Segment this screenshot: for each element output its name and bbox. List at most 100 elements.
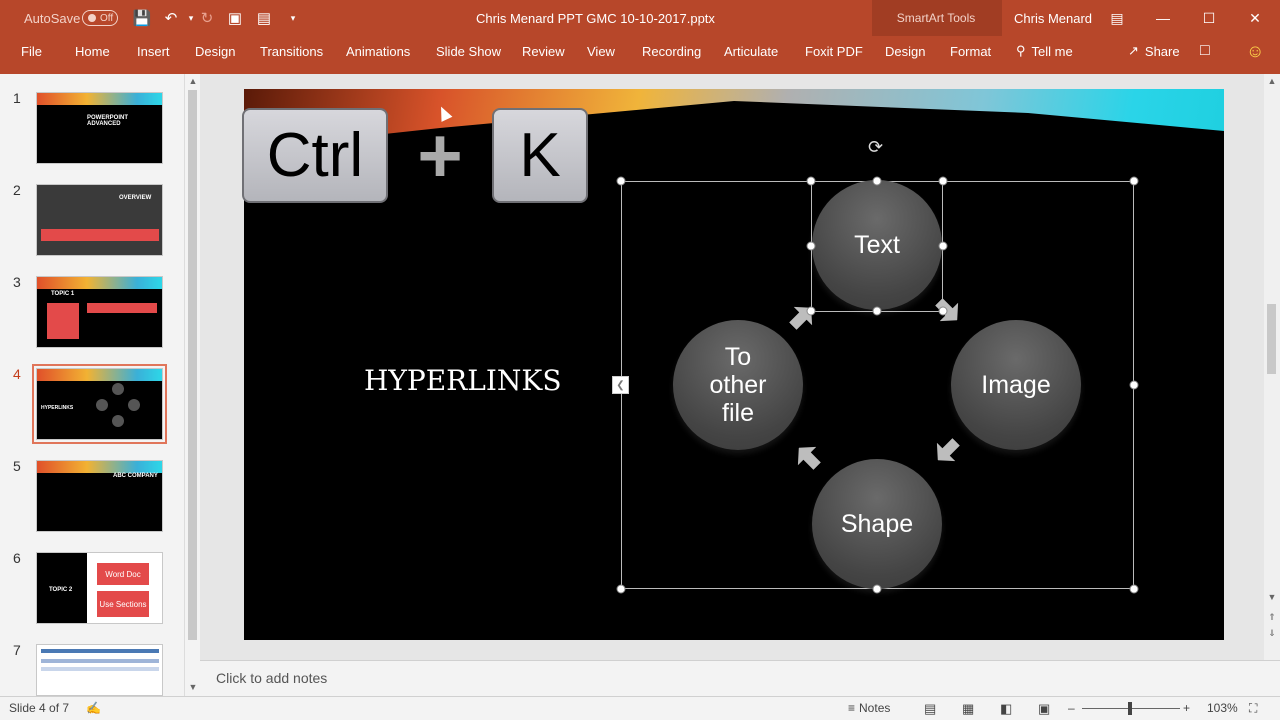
share-icon: ↗ xyxy=(1128,43,1139,58)
node-to-other-file[interactable]: To other file xyxy=(673,320,803,450)
user-name[interactable]: Chris Menard xyxy=(1014,0,1092,36)
k-key-graphic[interactable]: K xyxy=(492,108,588,203)
feedback-smiley-icon[interactable]: ☺ xyxy=(1246,36,1264,66)
node-shape[interactable]: Shape xyxy=(812,459,942,589)
save-icon[interactable]: 💾 xyxy=(133,9,152,27)
thumb-number: 7 xyxy=(13,642,21,658)
slideshow-view-icon[interactable]: ▣ xyxy=(1038,701,1050,717)
notes-label: Notes xyxy=(859,701,891,715)
tab-foxit-pdf[interactable]: Foxit PDF xyxy=(805,36,863,66)
zoom-level[interactable]: 103% xyxy=(1207,701,1238,715)
maximize-icon[interactable]: ☐ xyxy=(1186,0,1232,36)
share-button[interactable]: ↗ Share xyxy=(1128,36,1180,66)
text-pane-toggle-button[interactable]: ❮ xyxy=(612,376,629,394)
node-resize-handle[interactable] xyxy=(872,306,882,316)
slide-thumbnail-5[interactable]: ABC COMPANY xyxy=(36,460,163,532)
undo-icon[interactable]: ↶ xyxy=(162,9,180,27)
node-resize-handle[interactable] xyxy=(806,306,816,316)
rotate-handle-icon[interactable]: ⟳ xyxy=(868,137,883,158)
slide-thumbnail-7[interactable] xyxy=(36,644,163,696)
thumb-header-bar xyxy=(41,649,159,653)
tab-insert[interactable]: Insert xyxy=(137,36,170,66)
ctrl-key-graphic[interactable]: Ctrl xyxy=(242,108,388,203)
ribbon-display-icon[interactable]: ▤ xyxy=(1094,0,1140,36)
resize-handle[interactable] xyxy=(1129,584,1139,594)
scroll-down-icon[interactable]: ▼ xyxy=(1264,590,1280,604)
node-resize-handle[interactable] xyxy=(806,241,816,251)
editor-scroll-thumb[interactable] xyxy=(1267,304,1276,374)
notes-pane[interactable]: Click to add notes xyxy=(200,660,1280,696)
resize-handle[interactable] xyxy=(872,176,882,186)
zoom-slider-thumb[interactable] xyxy=(1128,702,1132,715)
normal-view-icon[interactable]: ▤ xyxy=(924,701,936,717)
thumbnails-scrollbar[interactable]: ▲ ▼ xyxy=(184,74,200,696)
spelling-check-icon[interactable]: ✍ xyxy=(86,701,101,715)
autosave-toggle[interactable]: Off xyxy=(82,10,118,26)
slide-thumbnail-4[interactable]: HYPERLINKS xyxy=(32,364,167,444)
resize-handle[interactable] xyxy=(616,176,626,186)
tab-articulate[interactable]: Articulate xyxy=(724,36,778,66)
screenshot-icon[interactable]: ▤ xyxy=(255,9,273,27)
slide-thumbnail-1[interactable]: POWERPOINT ADVANCED xyxy=(36,92,163,164)
editor-scrollbar[interactable]: ▲ ▼ ⇑ ⇓ xyxy=(1264,74,1280,660)
tab-recording[interactable]: Recording xyxy=(642,36,701,66)
slide-thumbnail-2[interactable]: OVERVIEW xyxy=(36,184,163,256)
scroll-up-icon[interactable]: ▲ xyxy=(185,74,201,88)
zoom-in-icon[interactable]: + xyxy=(1183,701,1190,715)
tab-design[interactable]: Design xyxy=(195,36,235,66)
thumb-node xyxy=(96,399,108,411)
redo-icon[interactable]: ↻ xyxy=(198,9,216,27)
tab-transitions[interactable]: Transitions xyxy=(260,36,323,66)
resize-handle[interactable] xyxy=(872,584,882,594)
slide-count: Slide 4 of 7 xyxy=(9,701,70,715)
minimize-icon[interactable]: — xyxy=(1140,0,1186,36)
thumb-caption: POWERPOINT ADVANCED xyxy=(87,115,129,127)
node-resize-handle[interactable] xyxy=(806,176,816,186)
tab-slide-show[interactable]: Slide Show xyxy=(436,36,501,66)
previous-slide-icon[interactable]: ⇑ xyxy=(1264,610,1280,624)
scroll-down-icon[interactable]: ▼ xyxy=(185,680,201,694)
tab-view[interactable]: View xyxy=(587,36,615,66)
node-text[interactable]: Text xyxy=(812,180,942,310)
notes-toggle-button[interactable]: ≡ Notes xyxy=(848,701,890,715)
next-slide-icon[interactable]: ⇓ xyxy=(1264,626,1280,640)
node-image[interactable]: Image xyxy=(951,320,1081,450)
thumb-row xyxy=(41,659,159,663)
node-resize-handle[interactable] xyxy=(938,176,948,186)
tab-review[interactable]: Review xyxy=(522,36,565,66)
thumb-node xyxy=(112,415,124,427)
present-icon[interactable]: ▣ xyxy=(226,9,244,27)
thumb-node xyxy=(128,399,140,411)
slide-thumbnail-6[interactable]: TOPIC 2 Word Doc Use Sections xyxy=(36,552,163,624)
slide-sorter-icon[interactable]: ▦ xyxy=(962,701,974,717)
tab-file[interactable]: File xyxy=(21,36,42,66)
zoom-out-icon[interactable]: – xyxy=(1068,701,1075,715)
tab-smartart-format[interactable]: Format xyxy=(950,36,991,66)
thumb-caption: HYPERLINKS xyxy=(41,405,74,411)
node-resize-handle[interactable] xyxy=(938,306,948,316)
thumbnails-scroll-thumb[interactable] xyxy=(188,90,197,640)
node-resize-handle[interactable] xyxy=(938,241,948,251)
notes-icon: ≡ xyxy=(848,701,856,715)
fit-to-window-icon[interactable]: ⛶ xyxy=(1249,701,1257,716)
reading-view-icon[interactable]: ◧ xyxy=(1000,701,1012,717)
slide-thumbnail-3[interactable]: TOPIC 1 xyxy=(36,276,163,348)
tab-smartart-design[interactable]: Design xyxy=(885,36,925,66)
slide-title[interactable]: HYPERLINKS xyxy=(364,364,562,397)
slide-header-wave xyxy=(244,89,1224,149)
thumb-table-row xyxy=(87,303,157,313)
tab-home[interactable]: Home xyxy=(75,36,110,66)
thumb-number: 4 xyxy=(13,366,21,382)
scroll-up-icon[interactable]: ▲ xyxy=(1264,74,1280,88)
tell-me-label: Tell me xyxy=(1031,43,1073,59)
resize-handle[interactable] xyxy=(1129,380,1139,390)
close-icon[interactable]: ✕ xyxy=(1232,0,1278,36)
resize-handle[interactable] xyxy=(616,584,626,594)
comments-icon[interactable]: □ xyxy=(1200,36,1210,66)
customize-icon[interactable]: ▾ xyxy=(284,9,302,27)
tell-me-box[interactable]: ⚲ Tell me xyxy=(1016,36,1073,66)
smartart-tools-label: SmartArt Tools xyxy=(896,11,976,25)
tab-animations[interactable]: Animations xyxy=(346,36,410,66)
slide-thumbnails-pane: 1 POWERPOINT ADVANCED 2 OVERVIEW 3 TOPIC… xyxy=(0,74,200,696)
resize-handle[interactable] xyxy=(1129,176,1139,186)
